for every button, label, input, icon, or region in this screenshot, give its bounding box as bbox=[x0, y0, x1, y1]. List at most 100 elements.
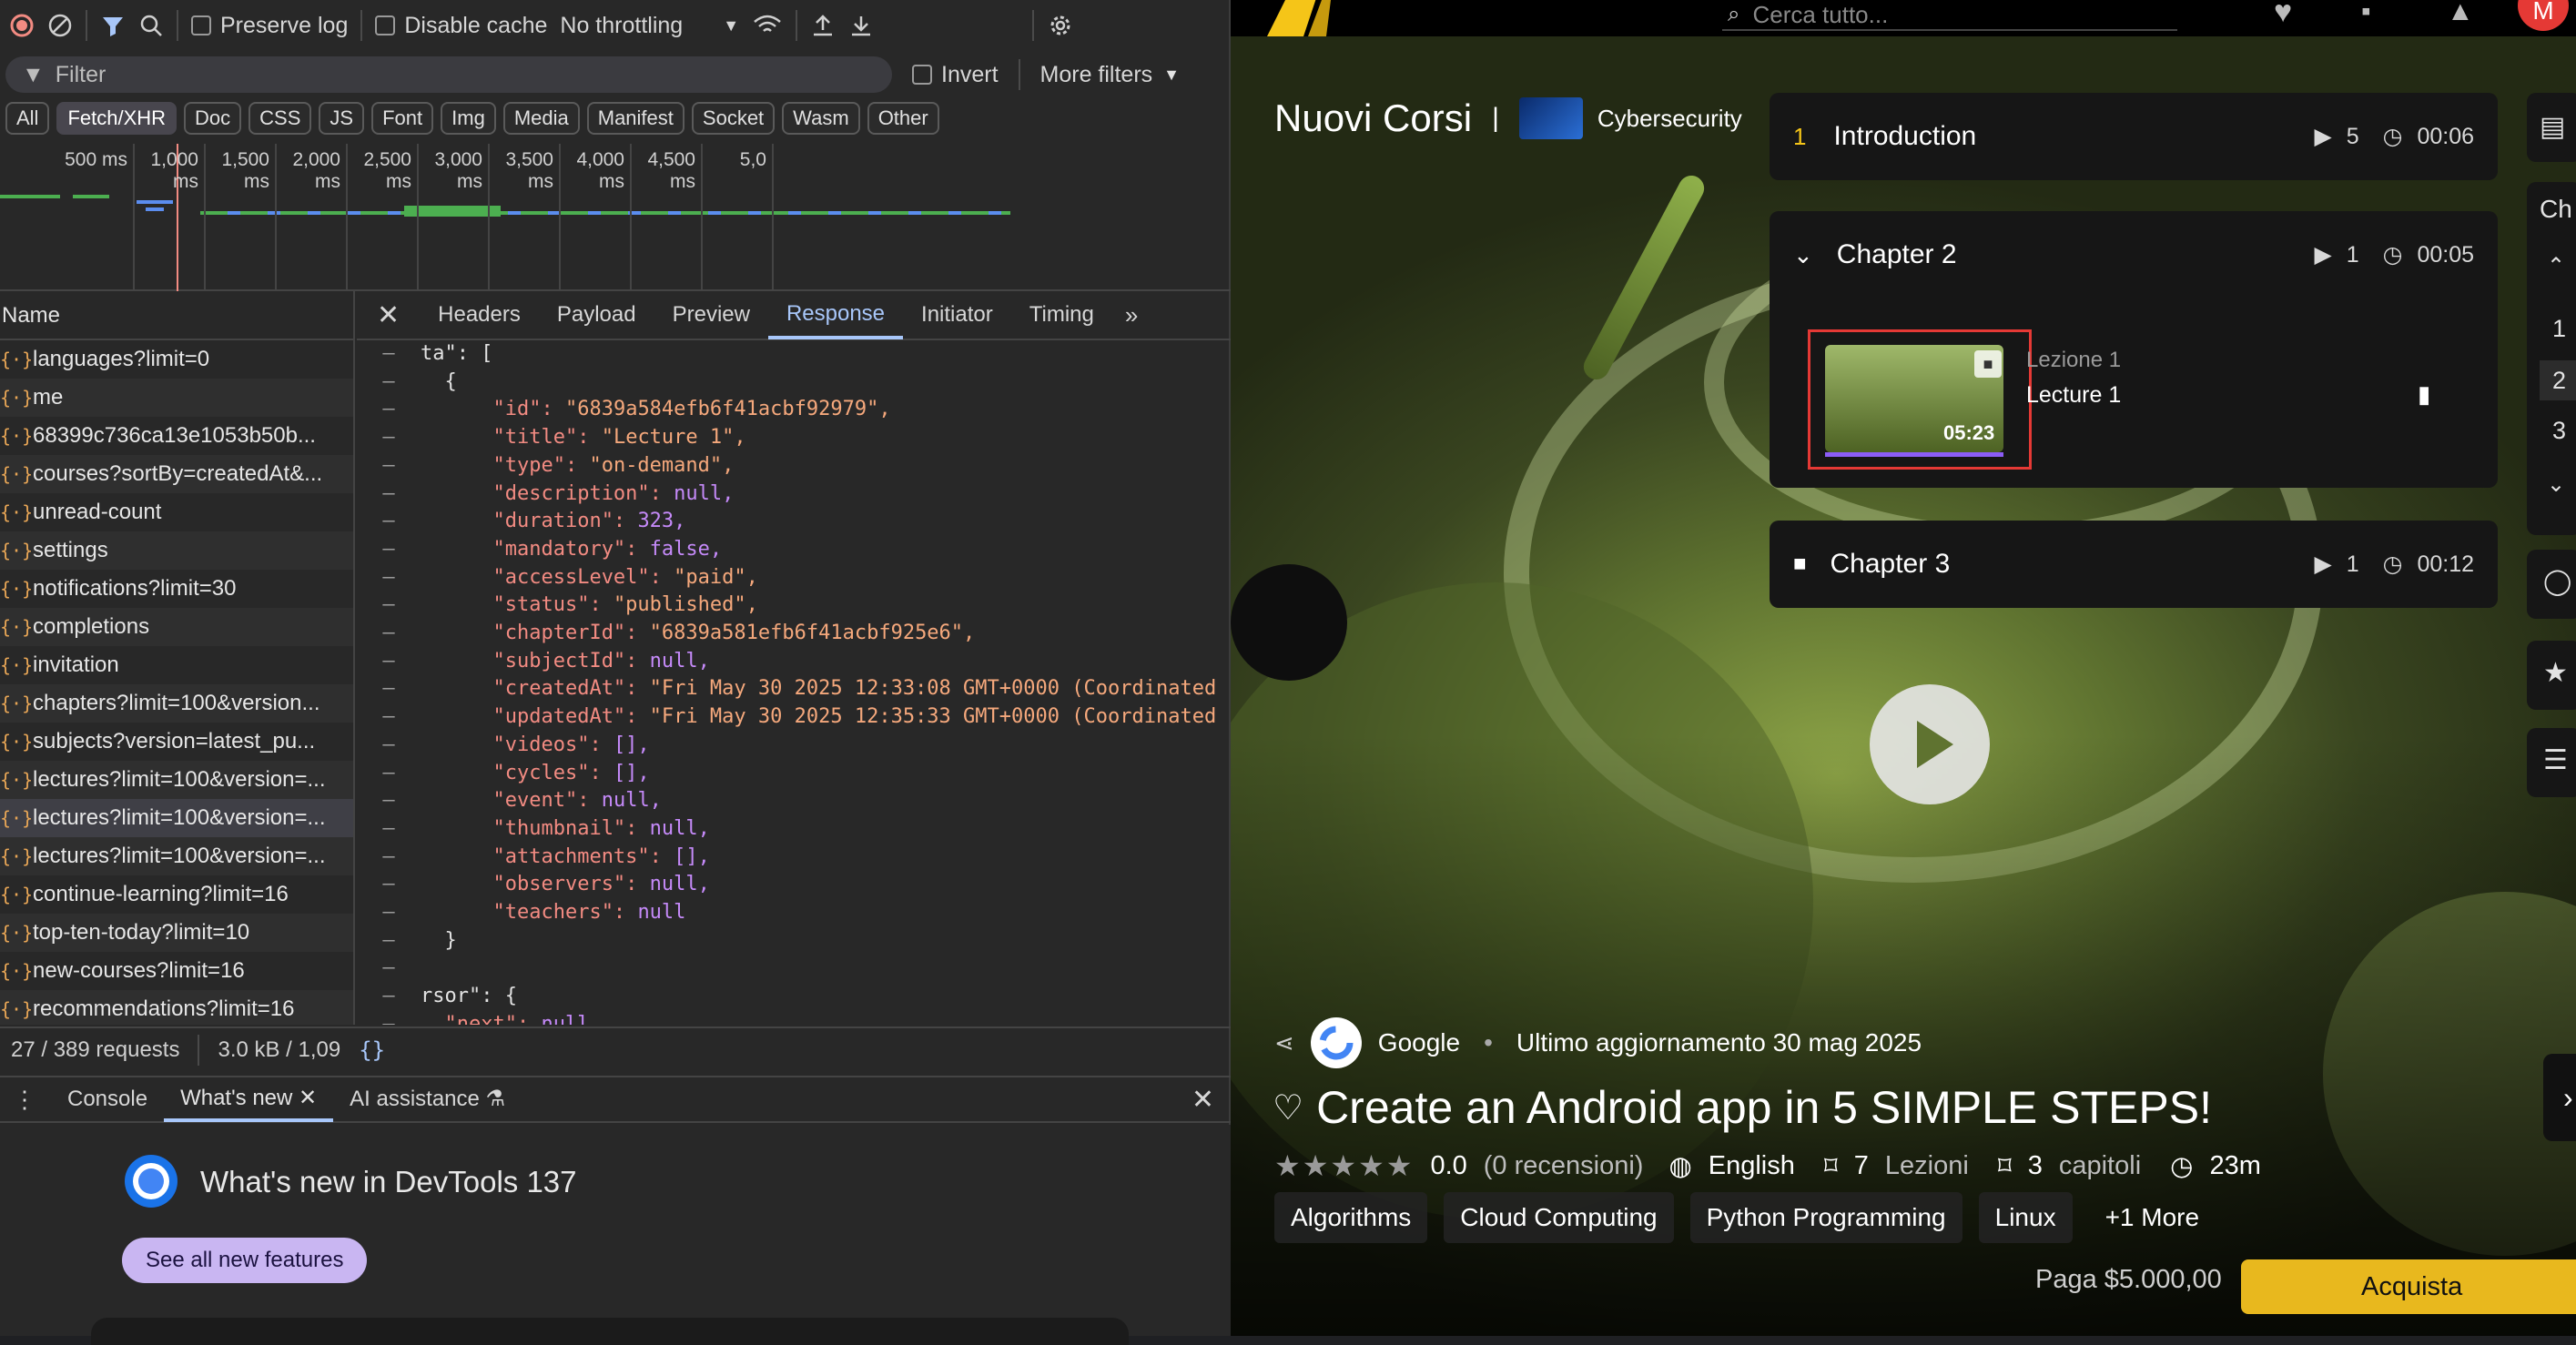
avatar[interactable]: M bbox=[2518, 0, 2569, 31]
lesson-thumbnail-highlight[interactable]: ■ 05:23 bbox=[1808, 329, 2032, 470]
tab-headers[interactable]: Headers bbox=[420, 290, 539, 339]
download-icon[interactable] bbox=[848, 13, 874, 38]
name-column-header[interactable]: Name bbox=[0, 291, 355, 340]
search-input[interactable]: ⌕ Cerca tutto... bbox=[1722, 0, 2177, 31]
tab-preview[interactable]: Preview bbox=[654, 290, 768, 339]
request-row[interactable]: {·} languages?limit=0 bbox=[0, 340, 353, 379]
side-nav-page[interactable]: 1 bbox=[2552, 315, 2566, 343]
request-row[interactable]: {·} new-courses?limit=16 bbox=[0, 952, 353, 990]
chapter-introduction[interactable]: 1 Introduction ▶ 5 ◷ 00:06 bbox=[1770, 93, 2498, 180]
chapter-3[interactable]: ■ Chapter 3 ▶ 1 ◷ 00:12 bbox=[1770, 521, 2498, 608]
disable-cache-checkbox[interactable]: Disable cache bbox=[375, 13, 547, 39]
side-list-button[interactable]: ☰ bbox=[2527, 728, 2576, 797]
buy-button[interactable]: Acquista bbox=[2241, 1259, 2576, 1314]
close-icon[interactable]: ✕ bbox=[357, 299, 420, 331]
chevron-up-icon[interactable]: ⌃ bbox=[2547, 253, 2565, 279]
checkbox-box[interactable] bbox=[191, 15, 211, 35]
request-row[interactable]: {·} continue-learning?limit=16 bbox=[0, 875, 353, 914]
filter-chip-wasm[interactable]: Wasm bbox=[782, 102, 860, 135]
tab-response[interactable]: Response bbox=[767, 290, 904, 339]
tab-timing[interactable]: Timing bbox=[1011, 290, 1112, 339]
chevron-down-icon[interactable]: ⌄ bbox=[1793, 241, 1813, 269]
filter-chip-manifest[interactable]: Manifest bbox=[586, 102, 685, 135]
request-row[interactable]: {·} courses?sortBy=createdAt&... bbox=[0, 455, 353, 493]
favorite-heart-icon[interactable]: ♡ bbox=[1273, 1087, 1303, 1128]
request-row[interactable]: {·} notifications?limit=30 bbox=[0, 570, 353, 608]
settings-gear-icon[interactable] bbox=[1047, 12, 1074, 39]
upload-icon[interactable] bbox=[810, 13, 836, 38]
request-row[interactable]: {·} recommendations?limit=16 bbox=[0, 990, 353, 1025]
tab-ai-assistance[interactable]: AI assistance ⚗ bbox=[333, 1077, 522, 1122]
filter-chip-font[interactable]: Font bbox=[371, 102, 434, 135]
pretty-print-icon[interactable]: {} bbox=[359, 1037, 385, 1063]
tab-initiator[interactable]: Initiator bbox=[903, 290, 1011, 339]
course-tag[interactable]: Algorithms bbox=[1274, 1192, 1428, 1243]
course-tag[interactable]: Python Programming bbox=[1689, 1192, 1962, 1243]
request-row[interactable]: {·} chapters?limit=100&version... bbox=[0, 684, 353, 723]
side-nav-page[interactable]: 2 bbox=[2540, 360, 2576, 400]
more-filters-button[interactable]: More filters bbox=[1040, 62, 1153, 88]
request-row[interactable]: {·} invitation bbox=[0, 646, 353, 684]
filter-chip-fetchxhr[interactable]: Fetch/XHR bbox=[56, 102, 177, 135]
chevron-down-icon[interactable]: ⌄ bbox=[2547, 471, 2565, 498]
checkbox-box[interactable] bbox=[375, 15, 396, 35]
filter-funnel-icon[interactable] bbox=[100, 13, 126, 38]
share-icon[interactable]: ⋖ bbox=[1274, 1029, 1294, 1057]
filter-chip-media[interactable]: Media bbox=[502, 102, 580, 135]
request-row[interactable]: {·} subjects?version=latest_pu... bbox=[0, 723, 353, 761]
filter-chip-img[interactable]: Img bbox=[441, 102, 496, 135]
course-tag[interactable]: Cloud Computing bbox=[1444, 1192, 1674, 1243]
clear-icon[interactable] bbox=[47, 13, 73, 38]
tab-whats-new[interactable]: What's new ✕ bbox=[164, 1077, 334, 1122]
request-row[interactable]: {·} 68399c736ca13e1053b50b... bbox=[0, 417, 353, 455]
request-row[interactable]: {·} me bbox=[0, 379, 353, 417]
close-drawer-icon[interactable]: ✕ bbox=[1192, 1084, 1214, 1116]
heart-icon[interactable]: ♥ bbox=[2274, 0, 2292, 30]
tab-console[interactable]: Console bbox=[51, 1077, 164, 1122]
side-chat-button[interactable]: ◯ bbox=[2527, 550, 2576, 619]
filter-input[interactable]: ▼ Filter bbox=[5, 56, 892, 93]
next-arrow-button[interactable]: › bbox=[2543, 1054, 2576, 1141]
course-author[interactable]: Google bbox=[1378, 1028, 1460, 1057]
request-row[interactable]: {·} completions bbox=[0, 608, 353, 646]
request-row[interactable]: {·} unread-count bbox=[0, 493, 353, 531]
filter-chip-socket[interactable]: Socket bbox=[691, 102, 776, 135]
record-stop-icon[interactable] bbox=[9, 13, 35, 38]
request-row[interactable]: {·} lectures?limit=100&version=... bbox=[0, 799, 353, 837]
tab-payload[interactable]: Payload bbox=[539, 290, 654, 339]
throttling-select[interactable]: No throttling bbox=[560, 13, 683, 39]
bell-icon[interactable]: ▲ bbox=[2447, 0, 2474, 27]
chevron-down-icon[interactable]: ▼ bbox=[1163, 66, 1180, 85]
side-nav-page[interactable]: 3 bbox=[2552, 417, 2566, 445]
lesson-title[interactable]: Lecture 1 bbox=[2026, 382, 2121, 409]
course-tag[interactable]: Linux bbox=[1978, 1192, 2073, 1243]
course-tag[interactable]: +1 More bbox=[2089, 1192, 2216, 1243]
preserve-log-checkbox[interactable]: Preserve log bbox=[191, 13, 348, 39]
response-body[interactable]: – ta": [– {– "id": "6839a584efb6f41acbf92… bbox=[357, 340, 1231, 1025]
see-all-features-button[interactable]: See all new features bbox=[122, 1238, 368, 1283]
filter-chip-all[interactable]: All bbox=[5, 102, 50, 135]
filter-chip-doc[interactable]: Doc bbox=[184, 102, 242, 135]
chevron-down-icon[interactable]: ▼ bbox=[723, 16, 739, 35]
drawer-menu-icon[interactable]: ⋮ bbox=[0, 1086, 51, 1114]
more-tabs-icon[interactable]: » bbox=[1112, 301, 1151, 329]
chat-icon[interactable]: ▪ bbox=[2361, 0, 2371, 27]
filter-chip-js[interactable]: JS bbox=[319, 102, 365, 135]
invert-checkbox[interactable]: Invert bbox=[912, 62, 999, 88]
request-row[interactable]: {·} settings bbox=[0, 531, 353, 570]
network-conditions-icon[interactable] bbox=[752, 13, 783, 38]
search-icon[interactable] bbox=[138, 13, 164, 38]
request-row[interactable]: {·} top-ten-today?limit=10 bbox=[0, 914, 353, 952]
checkbox-box[interactable] bbox=[912, 65, 932, 85]
play-video-button[interactable] bbox=[1870, 684, 1990, 804]
document-icon[interactable]: ▮ bbox=[2418, 380, 2430, 409]
request-row[interactable]: {·} lectures?limit=100&version=... bbox=[0, 837, 353, 875]
filter-chip-css[interactable]: CSS bbox=[248, 102, 312, 135]
chapter-2[interactable]: ⌄ Chapter 2 ▶ 1 ◷ 00:05 ■ 05:23 Lezione 1 L… bbox=[1770, 211, 2498, 488]
filter-chip-other[interactable]: Other bbox=[867, 102, 939, 135]
side-media-button[interactable]: ▤ bbox=[2527, 93, 2576, 162]
side-favorite-button[interactable]: ★ bbox=[2527, 641, 2576, 710]
category-label[interactable]: Cybersecurity bbox=[1597, 105, 1742, 133]
request-row[interactable]: {·} lectures?limit=100&version=... bbox=[0, 761, 353, 799]
brand-logo-icon[interactable] bbox=[1258, 0, 1340, 50]
